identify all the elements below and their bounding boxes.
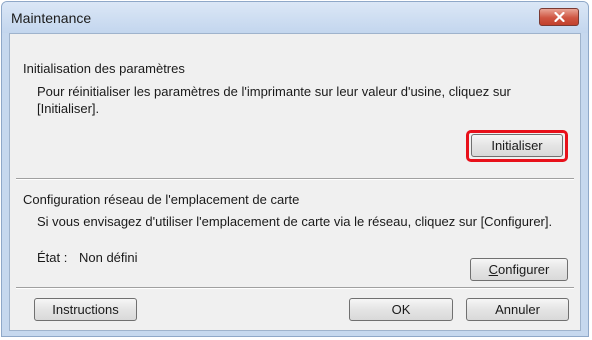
network-section-title: Configuration réseau de l'emplacement de… [23,192,300,207]
section-divider [16,178,574,180]
status-row: État : Non défini [37,250,138,265]
status-label: État : [37,250,68,265]
ok-button[interactable]: OK [349,298,453,321]
close-icon [554,12,565,22]
window-title: Maintenance [11,10,92,26]
initialize-button[interactable]: Initialiser [471,134,563,157]
cancel-button[interactable]: Annuler [466,298,569,321]
maintenance-dialog: Maintenance Initialisation des paramètre… [1,1,589,337]
configure-button[interactable]: Configurer [470,258,568,281]
dialog-body: Initialisation des paramètres Pour réini… [9,33,581,331]
reset-section-description: Pour réinitialiser les paramètres de l'i… [37,84,511,116]
title-bar[interactable]: Maintenance [2,2,588,33]
footer-divider [16,287,574,289]
reset-section-title: Initialisation des paramètres [23,61,185,76]
network-section-description: Si vous envisagez d'utiliser l'emplaceme… [37,214,553,229]
status-value: Non défini [78,250,138,265]
instructions-button[interactable]: Instructions [34,298,137,321]
close-button[interactable] [539,8,579,26]
